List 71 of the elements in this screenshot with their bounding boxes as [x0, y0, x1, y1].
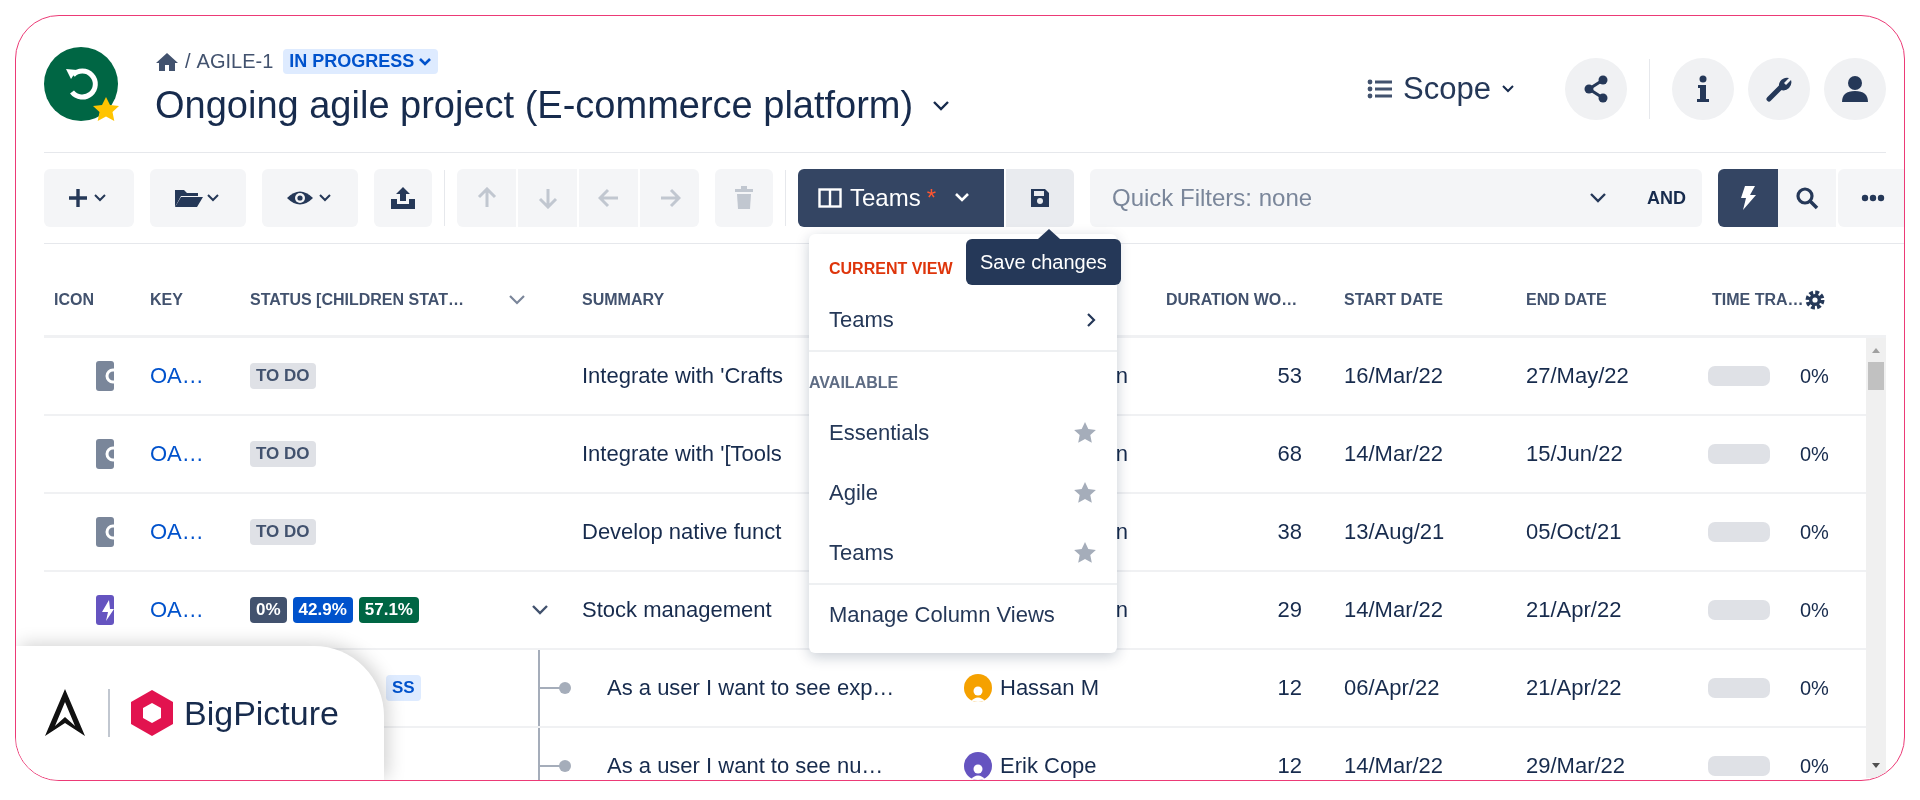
project-title: Ongoing agile project (E-commerce platform) — [155, 84, 914, 127]
issue-key-link[interactable]: OA… — [140, 441, 204, 467]
assignee-name: n — [1115, 597, 1128, 623]
start-date: 13/Aug/21 — [1344, 519, 1445, 545]
assignee-name: n — [1115, 441, 1128, 467]
menu-item[interactable]: Essentials — [809, 403, 1117, 463]
assignee-name: Hassan M — [1000, 675, 1100, 701]
status-badge: TO DO — [250, 363, 316, 389]
status-badge: SS — [386, 675, 421, 701]
view-dropdown[interactable]: Teams * — [798, 169, 1004, 227]
summary-text[interactable]: Integrate with '[Tools — [572, 441, 782, 467]
time-percent: 0% — [1800, 598, 1829, 622]
summary-text[interactable]: As a user I want to see nu… — [572, 753, 884, 779]
status-badge: TO DO — [250, 441, 316, 467]
column-header[interactable]: START DATE — [1324, 290, 1512, 309]
assignee-name: n — [1115, 363, 1128, 389]
end-date: 15/Jun/22 — [1526, 441, 1623, 467]
start-date: 14/Mar/22 — [1344, 753, 1444, 779]
summary-text[interactable]: Develop native funct — [572, 519, 782, 545]
duration-value: 12 — [1277, 675, 1302, 701]
status-dropdown[interactable]: IN PROGRESS — [283, 49, 439, 74]
column-header[interactable]: DURATION WO… — [1138, 290, 1324, 309]
start-date: 14/Mar/22 — [1344, 441, 1444, 467]
time-percent: 0% — [1800, 364, 1829, 388]
menu-item[interactable]: Manage Column Views — [809, 585, 1117, 645]
issue-key-link[interactable]: OA… — [140, 597, 204, 623]
breadcrumb-link[interactable]: AGILE-1 — [196, 50, 274, 73]
status-badge: TO DO — [250, 519, 316, 545]
assignee-name: Erik Cope — [1000, 753, 1097, 779]
start-date: 06/Apr/22 — [1344, 675, 1440, 701]
breadcrumb-separator: / — [185, 50, 191, 73]
quick-filters-field[interactable]: Quick Filters: none AND — [1090, 169, 1702, 227]
summary-text[interactable]: Integrate with 'Crafts — [572, 363, 784, 389]
menu-item[interactable]: Teams — [809, 290, 1117, 350]
column-header[interactable]: ICON — [44, 290, 140, 309]
duration-value: 29 — [1277, 597, 1302, 623]
duration-value: 53 — [1277, 363, 1302, 389]
start-date: 14/Mar/22 — [1344, 597, 1444, 623]
end-date: 21/Apr/22 — [1526, 597, 1622, 623]
scope-dropdown[interactable]: Scope — [1361, 70, 1521, 108]
time-percent: 0% — [1800, 754, 1829, 778]
end-date: 21/Apr/22 — [1526, 675, 1622, 701]
column-header[interactable]: KEY — [140, 290, 240, 309]
assignee-name: n — [1115, 519, 1128, 545]
end-date: 27/May/22 — [1526, 363, 1629, 389]
brand-name: BigPicture — [184, 693, 339, 733]
end-date: 05/Oct/21 — [1526, 519, 1622, 545]
summary-text[interactable]: Stock management — [572, 597, 772, 623]
duration-value: 38 — [1277, 519, 1302, 545]
summary-text[interactable]: As a user I want to see exp… — [572, 675, 895, 701]
end-date: 29/Mar/22 — [1526, 753, 1626, 779]
menu-item[interactable]: Teams — [809, 523, 1117, 583]
duration-value: 12 — [1277, 753, 1302, 779]
column-header[interactable]: TIME TRA… — [1702, 290, 1804, 309]
time-percent: 0% — [1800, 676, 1829, 700]
status-badge: 57.1% — [358, 597, 419, 623]
issue-key-link[interactable]: OA… — [140, 519, 204, 545]
column-header[interactable]: END DATE — [1512, 290, 1702, 309]
time-percent: 0% — [1800, 520, 1829, 544]
column-header[interactable]: STATUS [CHILDREN STAT… — [240, 290, 508, 309]
start-date: 16/Mar/22 — [1344, 363, 1444, 389]
operator-label[interactable]: AND — [1647, 187, 1686, 209]
menu-section-label: AVAILABLE — [809, 373, 899, 393]
menu-section-label: CURRENT VIEW — [829, 259, 953, 279]
duration-value: 68 — [1277, 441, 1302, 467]
status-badge: 42.9% — [292, 597, 353, 623]
issue-key-link[interactable]: OA… — [140, 363, 204, 389]
tooltip: Save changes — [966, 239, 1121, 285]
time-percent: 0% — [1800, 442, 1829, 466]
status-badge: 0% — [250, 597, 287, 623]
menu-item[interactable]: Agile — [809, 463, 1117, 523]
